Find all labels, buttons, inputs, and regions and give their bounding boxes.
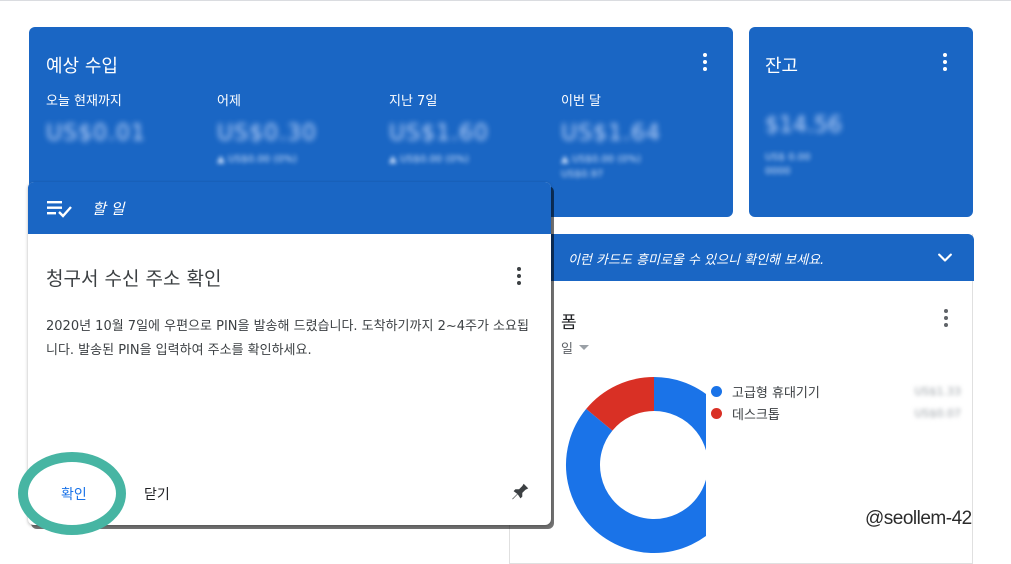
balance-title: 잔고 [765, 56, 799, 77]
metric-label: 이번 달 [561, 94, 602, 109]
legend-value: US$1.33 [914, 384, 961, 398]
balance-more-icon[interactable] [935, 50, 955, 74]
metric-value: US$0.30 [217, 121, 318, 146]
legend-label: 데스크톱 [732, 407, 780, 423]
checklist-icon [47, 201, 72, 218]
todo-card: 할 일 청구서 수신 주소 확인 2020년 10월 7일에 우편으로 PIN을… [28, 182, 551, 525]
metric-label: 지난 7일 [389, 94, 438, 109]
metric-value: US$1.64 [561, 121, 662, 146]
earnings-title: 예상 수입 [46, 56, 118, 77]
metric-last-7-days: 지난 7일 US$1.60 ▲ US$0.00 (0%) [389, 90, 549, 165]
metric-this-month: 이번 달 US$1.64 ▲ US$0.00 (0%) US$0.97 [561, 90, 721, 180]
period-value: 일 [561, 342, 573, 357]
pin-icon[interactable] [509, 481, 531, 503]
metric-yesterday: 어제 US$0.30 ▲ US$0.00 (0%) [217, 90, 377, 165]
watermark: @seollem-42 [865, 508, 972, 529]
platform-title: 폼 [561, 313, 577, 333]
metric-change: ▲ US$0.00 (0%) [561, 154, 642, 165]
legend-item: 데스크톱 US$0.07 [711, 402, 961, 424]
legend-label: 고급형 휴대기기 [732, 385, 820, 401]
legend-value: US$0.07 [914, 406, 961, 420]
platform-more-icon[interactable] [936, 306, 956, 330]
suggestion-text: 이런 카드도 흥미로울 수 있으니 확인해 보세요. [568, 253, 825, 268]
metric-label: 오늘 현재까지 [46, 94, 122, 109]
donut-slice [586, 377, 655, 432]
metric-value: US$0.01 [46, 121, 147, 146]
legend-item: 고급형 휴대기기 US$1.33 [711, 380, 961, 402]
balance-sub-line: US$ 0.00 [765, 152, 811, 163]
todo-title: 청구서 수신 주소 확인 [46, 268, 222, 290]
earnings-more-icon[interactable] [695, 50, 715, 74]
todo-header-label: 할 일 [92, 200, 125, 218]
platform-legend: 고급형 휴대기기 US$1.33 데스크톱 US$0.07 [711, 380, 961, 424]
platform-donut-chart [566, 377, 706, 553]
todo-body: 2020년 10월 7일에 우편으로 PIN을 발송해 드렸습니다. 도착하기까… [46, 319, 529, 358]
legend-dot-icon [711, 407, 722, 419]
todo-more-icon[interactable] [509, 264, 529, 288]
balance-value: $14.56 [765, 113, 842, 138]
todo-header: 할 일 [28, 182, 551, 234]
period-dropdown[interactable]: 일 [561, 338, 589, 357]
metric-change: ▲ US$0.00 (0%) [217, 154, 298, 165]
balance-card: 잔고 $14.56 US$ 0.00 0000 [749, 27, 973, 217]
dropdown-arrow-icon [578, 345, 589, 350]
balance-sub: US$ 0.00 0000 [765, 151, 810, 179]
top-divider [0, 0, 1011, 1]
legend-dot-icon [711, 385, 722, 397]
confirm-button[interactable]: 확인 [61, 484, 87, 504]
metric-today: 오늘 현재까지 US$0.01 [46, 90, 206, 146]
balance-sub-line: 0000 [765, 166, 791, 177]
metric-label: 어제 [217, 94, 241, 109]
close-button[interactable]: 닫기 [144, 484, 170, 504]
chevron-down-icon[interactable] [935, 248, 955, 268]
metric-change: ▲ US$0.00 (0%) [389, 154, 470, 165]
suggestion-banner[interactable]: 이런 카드도 흥미로울 수 있으니 확인해 보세요. [510, 234, 974, 281]
metric-value: US$1.60 [389, 121, 490, 146]
metric-compare: US$0.97 [561, 169, 604, 180]
